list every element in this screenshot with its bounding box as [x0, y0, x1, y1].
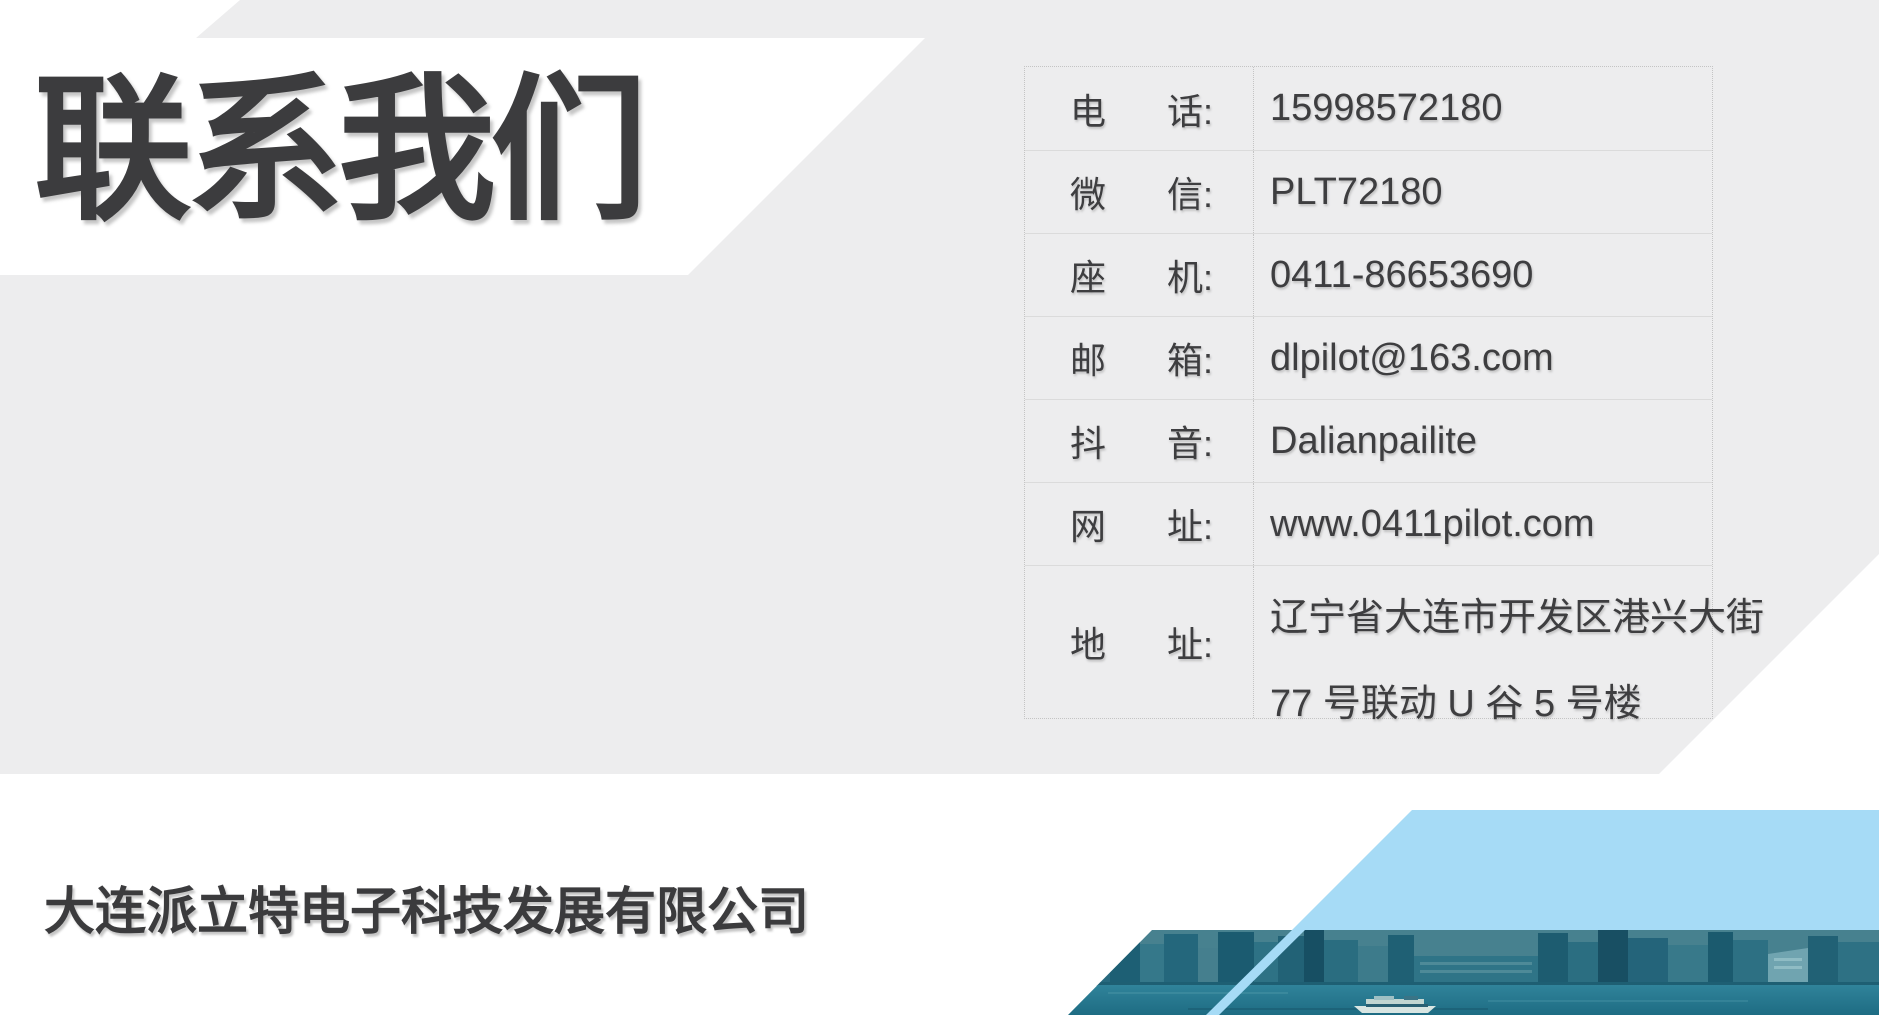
table-row-douyin: 抖 音: Dalianpailite [1025, 399, 1712, 482]
table-row-landline: 座 机: 0411-86653690 [1025, 233, 1712, 316]
landline-value: 0411-86653690 [1254, 234, 1712, 316]
label-char: 微 [1070, 166, 1106, 218]
table-row-address: 地 址: 辽宁省大连市开发区港兴大街 77 号联动 U 谷 5 号楼 [1025, 565, 1712, 718]
phone-label: 电 话: [1025, 67, 1254, 150]
wechat-label: 微 信: [1025, 151, 1254, 233]
landline-label: 座 机: [1025, 234, 1254, 316]
page-title: 联系我们 [34, 72, 642, 230]
email-label: 邮 箱: [1025, 317, 1254, 399]
label-char: 座 [1070, 249, 1106, 301]
website-label: 网 址: [1025, 483, 1254, 565]
wechat-value: PLT72180 [1254, 151, 1712, 233]
skyline-graphic [1068, 930, 1879, 1015]
douyin-label: 抖 音: [1025, 400, 1254, 482]
address-line-2: 77 号联动 U 谷 5 号楼 [1270, 661, 1764, 747]
table-row-wechat: 微 信: PLT72180 [1025, 150, 1712, 233]
address-label: 地 址: [1025, 566, 1254, 718]
address-value: 辽宁省大连市开发区港兴大街 77 号联动 U 谷 5 号楼 [1254, 566, 1764, 718]
phone-value: 15998572180 [1254, 67, 1712, 150]
label-char: 址: [1167, 498, 1213, 550]
label-char: 话: [1167, 83, 1213, 135]
label-char: 箱: [1167, 332, 1213, 384]
label-char: 信: [1167, 166, 1213, 218]
table-row-email: 邮 箱: dlpilot@163.com [1025, 316, 1712, 399]
label-char: 址: [1167, 616, 1213, 668]
label-char: 地 [1070, 616, 1106, 668]
address-line-1: 辽宁省大连市开发区港兴大街 [1270, 575, 1764, 661]
email-value: dlpilot@163.com [1254, 317, 1712, 399]
table-row-phone: 电 话: 15998572180 [1025, 67, 1712, 150]
label-char: 电 [1070, 83, 1106, 135]
label-char: 抖 [1070, 415, 1106, 467]
table-row-website: 网 址: www.0411pilot.com [1025, 482, 1712, 565]
contact-table: 电 话: 15998572180 微 信: PLT72180 座 机: 0411… [1024, 66, 1713, 719]
label-char: 邮 [1070, 332, 1106, 384]
label-char: 机: [1167, 249, 1213, 301]
website-value: www.0411pilot.com [1254, 483, 1712, 565]
city-skyline-photo [1068, 930, 1879, 1015]
douyin-value: Dalianpailite [1254, 400, 1712, 482]
contact-slide: 联系我们 电 话: 15998572180 微 信: PLT72180 座 机:… [0, 0, 1879, 1015]
company-name: 大连派立特电子科技发展有限公司 [44, 884, 809, 940]
label-char: 网 [1070, 498, 1106, 550]
label-char: 音: [1167, 415, 1213, 467]
